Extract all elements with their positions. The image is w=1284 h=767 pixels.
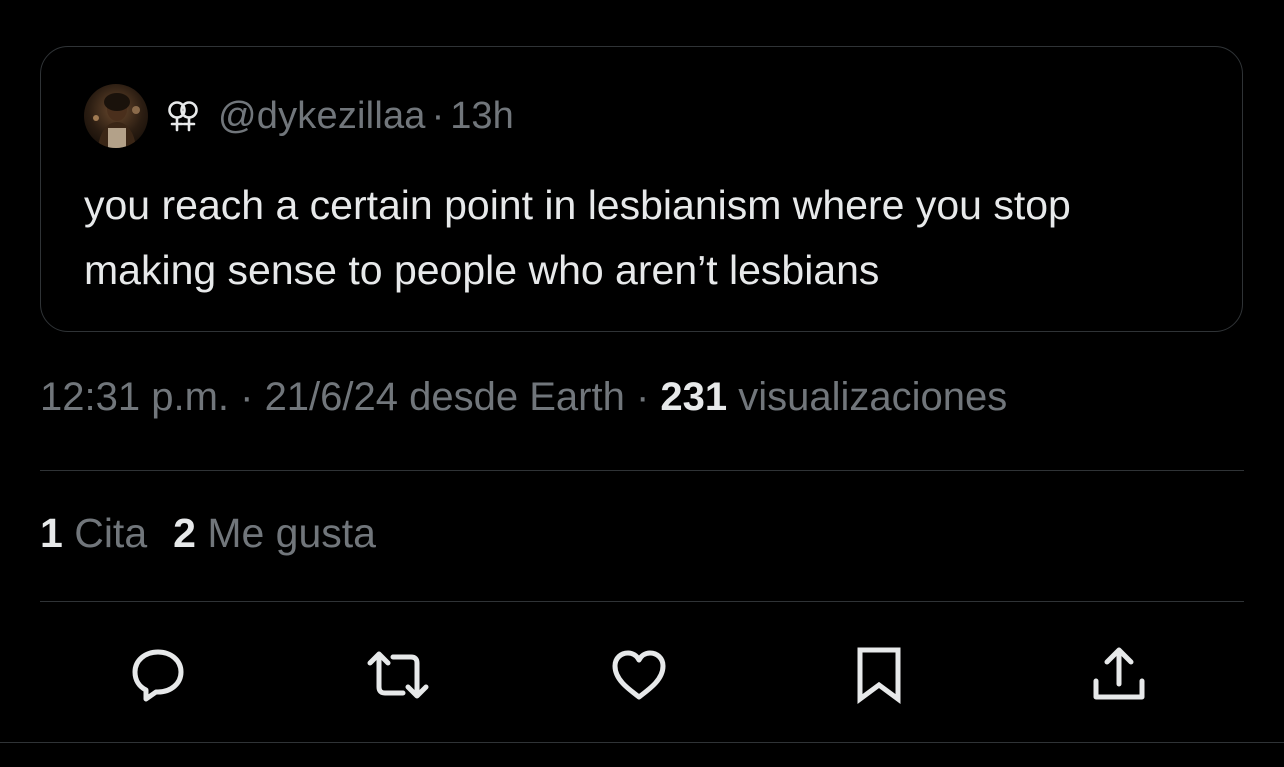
engagement-stats: 1 Cita 2 Me gusta — [40, 510, 376, 557]
views-label: visualizaciones — [727, 375, 1008, 419]
tweet-meta-line: 12:31 p.m. · 21/6/24 desde Earth · 231 v… — [40, 375, 1007, 420]
quoted-tweet-handle[interactable]: @dykezillaa — [218, 95, 426, 138]
quoted-tweet-header: @dykezillaa · 13h — [84, 83, 514, 149]
heart-icon — [607, 643, 671, 707]
quotes-count: 1 — [40, 510, 63, 556]
retweet-icon — [363, 643, 433, 707]
double-female-symbol-icon — [164, 97, 202, 135]
tweet-time[interactable]: 12:31 p.m. — [40, 375, 229, 419]
likes-label: Me gusta — [195, 510, 376, 556]
quotes-stat[interactable]: 1 Cita — [40, 510, 147, 557]
meta-separator: · — [229, 375, 265, 419]
views-count: 231 — [660, 375, 728, 419]
action-bar — [0, 640, 1284, 710]
avatar[interactable] — [84, 84, 148, 148]
like-button[interactable] — [604, 640, 674, 710]
share-button[interactable] — [1084, 640, 1154, 710]
reply-icon — [126, 643, 190, 707]
quotes-label: Cita — [62, 510, 148, 556]
likes-stat[interactable]: 2 Me gusta — [173, 510, 376, 557]
quoted-tweet-text: you reach a certain point in lesbianism … — [84, 182, 1071, 293]
quoted-tweet-card[interactable]: @dykezillaa · 13h you reach a certain po… — [40, 46, 1243, 332]
tweet-date-source[interactable]: 21/6/24 desde Earth — [265, 375, 625, 419]
divider — [0, 742, 1284, 743]
meta-separator: · — [624, 375, 661, 419]
bookmark-button[interactable] — [844, 640, 914, 710]
bookmark-icon — [847, 643, 911, 707]
header-separator: · — [431, 94, 445, 137]
divider — [40, 470, 1244, 471]
retweet-button[interactable] — [363, 640, 433, 710]
share-icon — [1087, 643, 1151, 707]
reply-button[interactable] — [123, 640, 193, 710]
likes-count: 2 — [173, 510, 196, 556]
divider — [40, 601, 1244, 602]
quoted-tweet-time[interactable]: 13h — [450, 95, 513, 138]
